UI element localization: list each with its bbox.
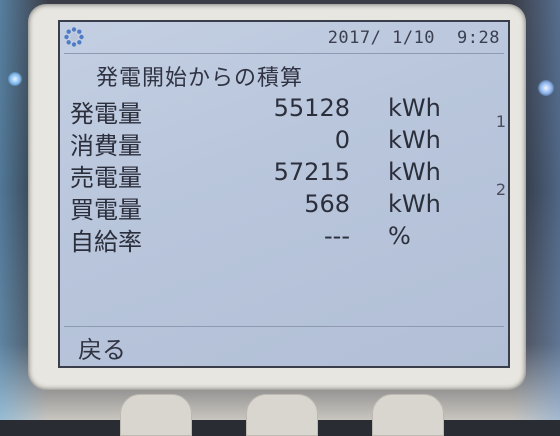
status-divider: [64, 53, 504, 54]
row-label: 買電量: [70, 196, 142, 224]
page-title: 発電開始からの積算: [96, 66, 304, 91]
display-screen: 2017/ 1/10 9:28 発電開始からの積算 発電量 55128 kWh 消…: [58, 20, 510, 368]
page-marker-1: 1: [495, 112, 506, 131]
hardware-button-3[interactable]: [372, 394, 444, 436]
row-self-sufficiency: 自給率 --- %: [70, 222, 490, 256]
left-status-led: [8, 72, 22, 86]
row-value: ---: [324, 222, 350, 250]
row-value: 568: [304, 190, 350, 218]
footer-divider: [64, 326, 504, 327]
row-label: 消費量: [70, 132, 142, 160]
totals-list: 発電量 55128 kWh 消費量 0 kWh 売電量 57215 kWh 買電…: [70, 94, 490, 256]
right-status-led: [538, 80, 554, 96]
datetime: 2017/ 1/10 9:28: [318, 28, 500, 48]
row-value: 57215: [273, 158, 350, 186]
row-unit: %: [388, 222, 411, 250]
row-label: 売電量: [70, 164, 142, 192]
row-unit: kWh: [388, 94, 441, 122]
row-label: 自給率: [70, 228, 142, 256]
date-text: 2017/ 1/10: [327, 28, 436, 48]
row-label: 発電量: [70, 100, 142, 128]
row-unit: kWh: [388, 190, 441, 218]
row-value: 0: [334, 126, 350, 154]
row-value: 55128: [273, 94, 350, 122]
row-sold: 売電量 57215 kWh: [70, 158, 490, 192]
hardware-button-2[interactable]: [246, 394, 318, 436]
gear-icon[interactable]: [64, 27, 84, 47]
time-text: 9:28: [457, 28, 500, 48]
row-generated: 発電量 55128 kWh: [70, 94, 490, 128]
page-marker-2: 2: [495, 180, 506, 199]
row-consumed: 消費量 0 kWh: [70, 126, 490, 160]
row-unit: kWh: [388, 158, 441, 186]
row-purchased: 買電量 568 kWh: [70, 190, 490, 224]
row-unit: kWh: [388, 126, 441, 154]
hardware-button-1[interactable]: [120, 394, 192, 436]
status-bar: 2017/ 1/10 9:28: [60, 22, 508, 52]
back-button[interactable]: 戻る: [78, 330, 126, 365]
